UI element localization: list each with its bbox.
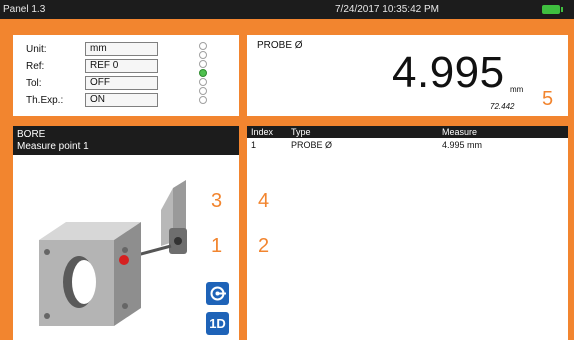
block-side	[114, 222, 141, 326]
probe-joint	[174, 237, 182, 245]
table-row[interactable]: 1 PROBE Ø 4.995 mm	[247, 139, 568, 151]
callout-number-4: 4	[258, 190, 270, 212]
measure-sub-value: 72.442	[490, 102, 515, 111]
probe-mode-button[interactable]	[206, 282, 229, 305]
column-header-measure: Measure	[442, 127, 478, 137]
callout-number-3: 3	[211, 190, 223, 212]
bolt-hole	[44, 313, 50, 319]
callout-number-2: 2	[258, 235, 270, 257]
led-indicator	[199, 78, 207, 86]
column-header-index: Index	[251, 127, 274, 137]
setting-label: Th.Exp.:	[26, 95, 64, 106]
bolt-hole	[122, 303, 128, 309]
bore-panel: BORE Measure point 1 3 1 1D	[13, 126, 239, 340]
window-title: Panel 1.3	[3, 4, 46, 15]
measure-unit: mm	[510, 85, 524, 94]
battery-icon	[542, 5, 563, 14]
datetime: 7/24/2017 10:35:42 PM	[335, 4, 439, 15]
bolt-hole	[44, 249, 50, 255]
measure-type-label: PROBE Ø	[257, 40, 303, 51]
bolt-hole	[122, 247, 128, 253]
thexp-field[interactable]: ON	[85, 93, 158, 107]
led-indicator	[199, 51, 207, 59]
dimension-button[interactable]: 1D	[206, 312, 229, 335]
reading-panel: PROBE Ø 4.995 mm 72.442 5	[247, 35, 568, 116]
led-indicator	[199, 60, 207, 68]
tol-field[interactable]: OFF	[85, 76, 158, 90]
measure-value: 4.995	[392, 48, 505, 97]
bore-hole-inner	[72, 260, 96, 304]
ref-field[interactable]: REF 0	[85, 59, 158, 73]
unit-field[interactable]: mm	[85, 42, 158, 56]
setting-label: Tol:	[26, 78, 42, 89]
feature-title: BORE	[17, 129, 46, 140]
led-indicator	[199, 96, 207, 104]
led-indicator	[199, 42, 207, 50]
column-header-type: Type	[291, 127, 311, 137]
probe-tip-contact	[119, 255, 129, 265]
title-bar: Panel 1.3 7/24/2017 10:35:42 PM	[0, 0, 574, 19]
list-header: Index Type Measure	[247, 126, 568, 138]
row-index: 1	[251, 140, 257, 150]
probe-icon	[210, 286, 226, 301]
tolerance-led-column	[199, 42, 209, 105]
callout-number-5: 5	[542, 88, 554, 110]
led-indicator-active	[199, 69, 207, 77]
bore-illustration	[39, 180, 187, 326]
led-indicator	[199, 87, 207, 95]
row-type: PROBE Ø	[291, 140, 333, 150]
measure-list-panel: Index Type Measure 1 PROBE Ø 4.995 mm 4 …	[247, 126, 568, 340]
setting-label: Ref:	[26, 61, 45, 72]
callout-number-1: 1	[211, 235, 223, 257]
bore-header: BORE Measure point 1	[13, 126, 239, 155]
feature-subtitle: Measure point 1	[17, 141, 89, 152]
settings-panel: Unit: mm Ref: REF 0 Tol: OFF Th.Exp.: ON	[13, 35, 239, 116]
row-measure: 4.995 mm	[442, 140, 483, 150]
setting-label: Unit:	[26, 44, 47, 55]
